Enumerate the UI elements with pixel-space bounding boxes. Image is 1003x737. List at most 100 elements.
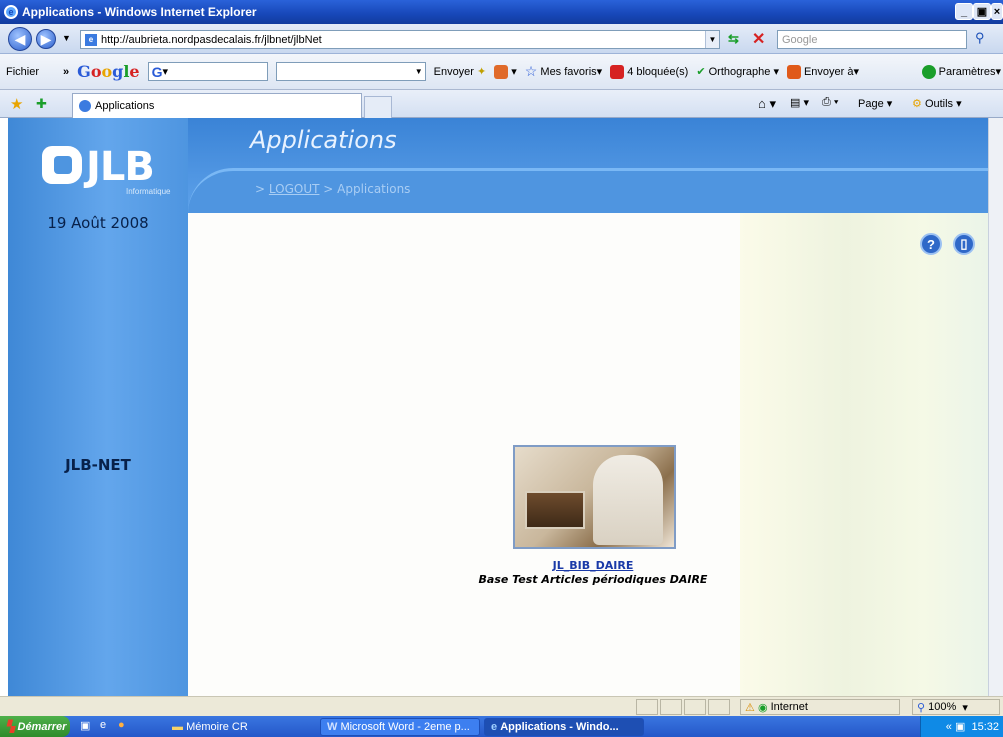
google-search-field[interactable]: ▼: [275, 62, 426, 81]
popup-blocker-icon: [610, 64, 625, 79]
logo-subtitle: Informatique: [126, 187, 171, 196]
vertical-scrollbar[interactable]: [988, 118, 1003, 696]
stop-icon[interactable]: ✕: [752, 29, 765, 49]
protected-mode-icon: ⚠: [745, 701, 755, 714]
status-cell: [636, 699, 658, 715]
add-favorite-icon[interactable]: ✚: [36, 96, 47, 112]
zoom-level: 100%: [928, 701, 957, 713]
task-word[interactable]: W Microsoft Word - 2eme p...: [320, 718, 480, 736]
menu-fichier[interactable]: Fichier: [6, 66, 39, 78]
security-zone[interactable]: ⚠ ◉ Internet: [740, 699, 900, 715]
application-description: Base Test Articles périodiques DAIRE: [478, 573, 708, 586]
search-placeholder: Google: [782, 33, 818, 46]
envoyer-label: Envoyer: [433, 65, 474, 78]
help-icon[interactable]: ?: [920, 233, 942, 255]
web-page: Applications > LOGOUT > Applications JLB…: [0, 118, 1003, 696]
new-tab-button[interactable]: [364, 96, 392, 118]
clock[interactable]: 15:32: [971, 721, 999, 733]
send-to-button[interactable]: Envoyer à ▾: [786, 64, 859, 79]
spellcheck-label: Orthographe: [708, 65, 771, 78]
tools-menu-label: Outils: [924, 98, 954, 110]
favoris-label: Mes favoris: [540, 65, 597, 78]
task-memoire-cr[interactable]: ▬ Mémoire CR: [166, 718, 316, 736]
popup-blocker-label: 4 bloquée(s): [627, 65, 689, 78]
tab-bar: ★ ✚ Applications ⌂ ▾ ▤ ▾ ⎙ ▾ Page ▾ ⚙ Ou…: [0, 90, 1003, 118]
forward-button[interactable]: ▶: [36, 29, 56, 49]
refresh-icon[interactable]: ⇆: [728, 31, 739, 47]
popup-blocker-button[interactable]: 4 bloquée(s): [610, 64, 689, 79]
quicklaunch-ie-icon[interactable]: e: [100, 719, 106, 731]
page-icon: e: [85, 33, 97, 46]
search-input[interactable]: Google: [777, 30, 967, 49]
current-date: 19 Août 2008: [47, 214, 149, 232]
task-label: Mémoire CR: [186, 721, 248, 733]
status-cell: [708, 699, 730, 715]
tab-page-icon: [79, 100, 91, 112]
history-dropdown-icon[interactable]: ▼: [62, 33, 71, 43]
ie-task-icon: e: [491, 721, 498, 733]
thumbnail-drawer: [525, 491, 585, 529]
network-icon[interactable]: ▣: [955, 720, 965, 733]
home-icon[interactable]: ⌂ ▾: [758, 96, 776, 112]
start-button[interactable]: ▚ Démarrer: [0, 716, 70, 737]
globe-icon: ◉: [757, 701, 768, 714]
taskbar: ▚ Démarrer ▣ e ● ▬ Mémoire CR W Microsof…: [0, 716, 1003, 737]
settings-icon: [921, 64, 936, 79]
zone-label: Internet: [770, 701, 808, 713]
address-url: http://aubrieta.nordpasdecalais.fr/jlbne…: [101, 33, 322, 46]
sidebar: [8, 118, 188, 696]
favoris-button[interactable]: ☆ Mes favoris ▾: [525, 63, 602, 80]
logout-link[interactable]: LOGOUT: [269, 182, 320, 196]
exit-icon[interactable]: ▯: [953, 233, 975, 255]
zoom-control[interactable]: ⚲ 100% ▾: [912, 699, 1000, 715]
send-to-label: Envoyer à: [803, 65, 854, 78]
decorative-panel: [740, 213, 1003, 696]
page-menu-label: Page: [858, 98, 884, 110]
back-button[interactable]: ◀: [8, 27, 32, 51]
status-bar: ⚠ ◉ Internet ⚲ 100% ▾: [0, 696, 1003, 716]
ie-logo-icon: e: [4, 5, 18, 19]
star-icon: ☆: [524, 63, 538, 79]
windows-logo-icon: ▚: [6, 721, 15, 733]
page-menu[interactable]: Page ▾: [858, 97, 892, 110]
application-link[interactable]: JL_BIB_DAIRE: [470, 559, 716, 572]
minimize-button[interactable]: _: [955, 3, 973, 20]
tray-expand-icon[interactable]: «: [946, 721, 952, 733]
envoyer-icon: ✦: [477, 66, 487, 78]
favorites-star-icon[interactable]: ★: [10, 95, 23, 113]
breadcrumb-current: > Applications: [319, 182, 411, 196]
show-desktop-icon[interactable]: ▣: [80, 719, 90, 732]
feeds-icon[interactable]: ▤ ▾: [790, 96, 809, 109]
tab-applications[interactable]: Applications: [72, 93, 362, 118]
chevron-icon[interactable]: »: [63, 66, 69, 78]
tab-label: Applications: [95, 100, 155, 112]
window-title: Applications - Windows Internet Explorer: [22, 5, 257, 19]
quicklaunch-app-icon[interactable]: ●: [118, 719, 125, 731]
search-icon[interactable]: ⚲: [975, 30, 985, 46]
google-toolbar: Fichier » Google G ▾ ▼ Envoyer ✦ ▾ ☆ Mes …: [0, 54, 1003, 90]
page-title: Applications: [250, 126, 397, 154]
google-logo: Google: [77, 62, 140, 81]
address-toolbar: ◀ ▶ ▼ e http://aubrieta.nordpasdecalais.…: [0, 24, 1003, 54]
close-button[interactable]: ×: [991, 3, 1003, 20]
word-icon: W: [327, 721, 338, 733]
google-search-box[interactable]: G ▾: [147, 62, 268, 81]
task-label: Applications - Windo...: [500, 721, 619, 733]
settings-label: Paramètres: [938, 65, 996, 78]
settings-button[interactable]: Paramètres ▾: [921, 64, 1001, 79]
system-tray: « ▣ 15:32: [920, 716, 1003, 737]
send-to-icon: [786, 64, 801, 79]
logo-text: JLB: [86, 144, 155, 190]
bookmark-button[interactable]: ▾: [494, 64, 517, 79]
maximize-button[interactable]: ▣: [973, 3, 991, 20]
breadcrumb-sep: >: [255, 182, 269, 196]
tools-gear-icon: ⚙: [912, 98, 922, 110]
address-input[interactable]: e http://aubrieta.nordpasdecalais.fr/jlb…: [80, 30, 720, 49]
address-dropdown-icon[interactable]: ▼: [705, 31, 719, 48]
print-icon[interactable]: ⎙ ▾: [822, 96, 838, 109]
spellcheck-button[interactable]: ✔ Orthographe ▾: [696, 65, 779, 79]
envoyer-button[interactable]: Envoyer ✦: [433, 65, 487, 79]
task-ie-applications[interactable]: e Applications - Windo...: [484, 718, 644, 736]
application-thumbnail[interactable]: [513, 445, 676, 549]
tools-menu[interactable]: ⚙ Outils ▾: [912, 97, 962, 110]
